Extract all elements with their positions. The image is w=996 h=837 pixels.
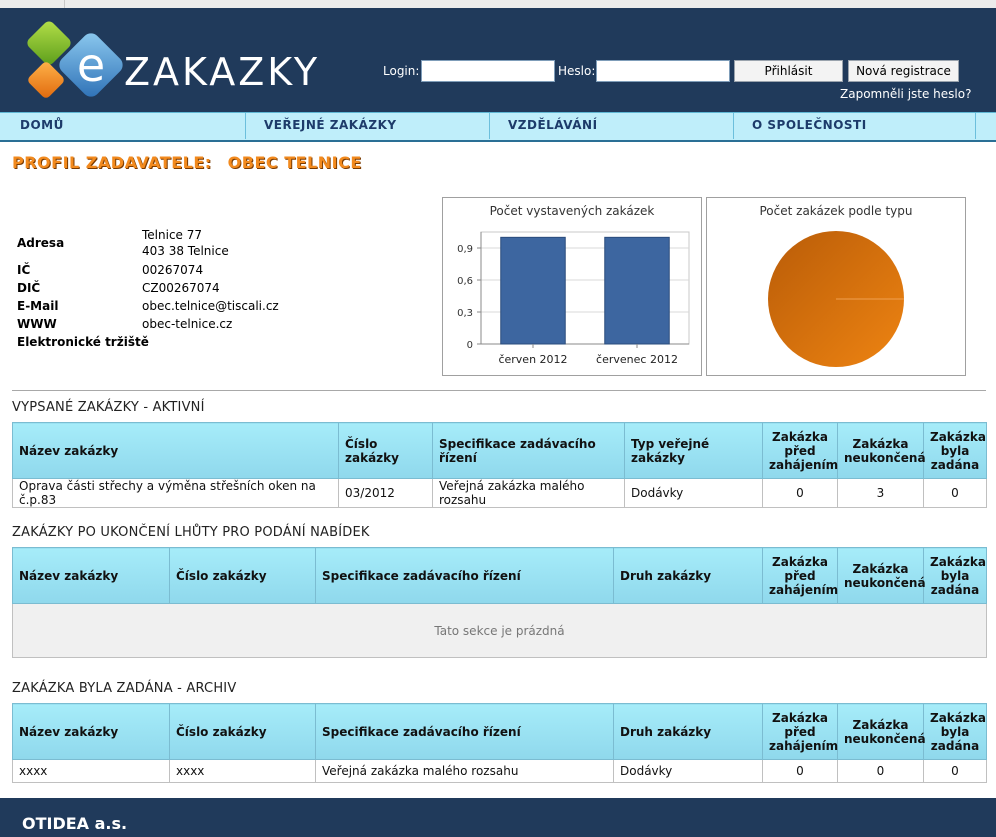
bar-chart-box: Počet vystavených zakázek 0 0,3 0,6 0,9 červ…: [442, 197, 702, 376]
col-header: Zakázka neukončená: [837, 547, 926, 604]
cell: 3: [837, 478, 924, 508]
table-header-row: Název zakázky Číslo zakázky Specifikace …: [12, 422, 987, 479]
x-tick-label: červenec 2012: [596, 353, 678, 366]
market-label: Elektronické tržiště: [17, 335, 149, 349]
ic-label: IČ: [17, 263, 31, 277]
col-header: Zakázka byla zadána: [923, 422, 987, 479]
y-tick-label: 0,6: [457, 276, 473, 287]
logo[interactable]: e ZAKAZKY: [20, 16, 350, 106]
profile-title: PROFIL ZADAVATELE: OBEC TELNICE: [12, 153, 362, 172]
archive-table: Název zakázky Číslo zakázky Specifikace …: [12, 703, 987, 783]
cell: 0: [837, 759, 924, 783]
profile-title-label: PROFIL ZADAVATELE:: [12, 153, 212, 172]
cell: 03/2012: [338, 478, 433, 508]
cell: 0: [923, 759, 987, 783]
site-footer: OTIDEA a.s.: [0, 798, 996, 837]
password-input[interactable]: [596, 60, 730, 82]
strip-edge: [64, 0, 65, 8]
dic-value: CZ00267074: [142, 281, 220, 295]
col-header: Zakázka byla zadána: [923, 547, 987, 604]
browser-top-strip: [0, 0, 996, 8]
cell[interactable]: xxxx: [12, 759, 170, 783]
col-header: Zakázka před zahájením: [762, 547, 838, 604]
register-button[interactable]: Nová registrace: [848, 60, 959, 82]
cell: 0: [762, 478, 838, 508]
pie-chart: [768, 231, 904, 367]
col-header: Druh zakázky: [613, 703, 763, 760]
cell: 0: [762, 759, 838, 783]
col-header: Zakázka byla zadána: [923, 703, 987, 760]
col-header: Zakázka neukončená: [837, 422, 926, 479]
col-header: Číslo zakázky: [169, 547, 316, 604]
bar: [500, 236, 566, 345]
col-header: Název zakázky: [12, 422, 339, 479]
login-label: Login:: [383, 64, 420, 78]
adresa-line1: Telnice 77: [142, 228, 203, 242]
empty-message: Tato sekce je prázdná: [12, 603, 987, 658]
password-label: Heslo:: [558, 64, 596, 78]
col-header: Druh zakázky: [613, 547, 763, 604]
y-tick-label: 0: [467, 340, 473, 351]
table-row[interactable]: Oprava části střechy a výměna střešních …: [12, 478, 987, 508]
nav-item-education[interactable]: VZDĚLÁVÁNÍ: [490, 113, 734, 139]
archive-section-title: ZAKÁZKA BYLA ZADÁNA - ARCHIV: [12, 681, 237, 696]
col-header: Zakázka neukončená: [837, 703, 926, 760]
www-value[interactable]: obec-telnice.cz: [142, 317, 232, 331]
pie-chart-title: Počet zakázek podle typu: [759, 204, 913, 218]
cell: Veřejná zakázka malého rozsahu: [315, 759, 614, 783]
dic-label: DIČ: [17, 281, 41, 295]
cell[interactable]: Oprava části střechy a výměna střešních …: [12, 478, 339, 508]
col-header: Název zakázky: [12, 703, 170, 760]
cell: 0: [923, 478, 987, 508]
expired-section-title: ZAKÁZKY PO UKONČENÍ LHŮTY PRO PODÁNÍ NAB…: [12, 525, 370, 540]
cell: Veřejná zakázka malého rozsahu: [432, 478, 625, 508]
bar-chart-title: Počet vystavených zakázek: [489, 204, 655, 218]
main-nav: DOMŮ VEŘEJNÉ ZAKÁZKY VZDĚLÁVÁNÍ O SPOLEČ…: [0, 112, 996, 142]
col-header: Specifikace zadávacího řízení: [315, 547, 614, 604]
table-header-row: Název zakázky Číslo zakázky Specifikace …: [12, 703, 987, 760]
empty-row: Tato sekce je prázdná: [12, 603, 987, 658]
www-label: WWW: [17, 317, 57, 331]
adresa-line2: 403 38 Telnice: [142, 244, 229, 258]
expired-table: Název zakázky Číslo zakázky Specifikace …: [12, 547, 987, 658]
x-tick-label: červen 2012: [498, 353, 567, 366]
cell: Dodávky: [624, 478, 763, 508]
col-header: Specifikace zadávacího řízení: [315, 703, 614, 760]
adresa-label: Adresa: [17, 236, 65, 250]
cell: xxxx: [169, 759, 316, 783]
col-header: Typ veřejné zakázky: [624, 422, 763, 479]
col-header: Zakázka před zahájením: [762, 422, 838, 479]
active-section-title: VYPSANÉ ZAKÁZKY - AKTIVNÍ: [12, 400, 205, 415]
y-tick-label: 0,3: [457, 308, 473, 319]
nav-item-overflow[interactable]: [976, 113, 996, 139]
ic-value: 00267074: [142, 263, 204, 277]
cell: Dodávky: [613, 759, 763, 783]
col-header: Číslo zakázky: [338, 422, 433, 479]
bar: [604, 236, 670, 345]
profile-name: OBEC TELNICE: [227, 153, 362, 172]
nav-item-home[interactable]: DOMŮ: [2, 113, 246, 139]
col-header: Specifikace zadávacího řízení: [432, 422, 625, 479]
col-header: Název zakázky: [12, 547, 170, 604]
pie-chart-box: Počet zakázek podle typu: [706, 197, 966, 376]
email-value[interactable]: obec.telnice@tiscali.cz: [142, 299, 279, 313]
login-button[interactable]: Přihlásit: [734, 60, 843, 82]
col-header: Číslo zakázky: [169, 703, 316, 760]
login-input[interactable]: [421, 60, 555, 82]
active-table: Název zakázky Číslo zakázky Specifikace …: [12, 422, 987, 508]
nav-item-public-contracts[interactable]: VEŘEJNÉ ZAKÁZKY: [246, 113, 490, 139]
logo-text: ZAKAZKY: [124, 50, 321, 94]
svg-text:e: e: [77, 38, 105, 92]
col-header: Zakázka před zahájením: [762, 703, 838, 760]
site-header: e ZAKAZKY Login: Heslo: Přihlásit Nová r…: [0, 8, 996, 112]
y-tick-label: 0,9: [457, 244, 473, 255]
table-row[interactable]: xxxx xxxx Veřejná zakázka malého rozsahu…: [12, 759, 987, 783]
forgot-password-link[interactable]: Zapomněli jste heslo?: [840, 87, 971, 101]
table-header-row: Název zakázky Číslo zakázky Specifikace …: [12, 547, 987, 604]
section-divider: [12, 390, 986, 391]
nav-item-about[interactable]: O SPOLEČNOSTI: [734, 113, 976, 139]
footer-company: OTIDEA a.s.: [22, 814, 128, 833]
email-label: E-Mail: [17, 299, 59, 313]
bar-chart: 0 0,3 0,6 0,9 červen 2012 červenec 2012: [457, 231, 690, 366]
